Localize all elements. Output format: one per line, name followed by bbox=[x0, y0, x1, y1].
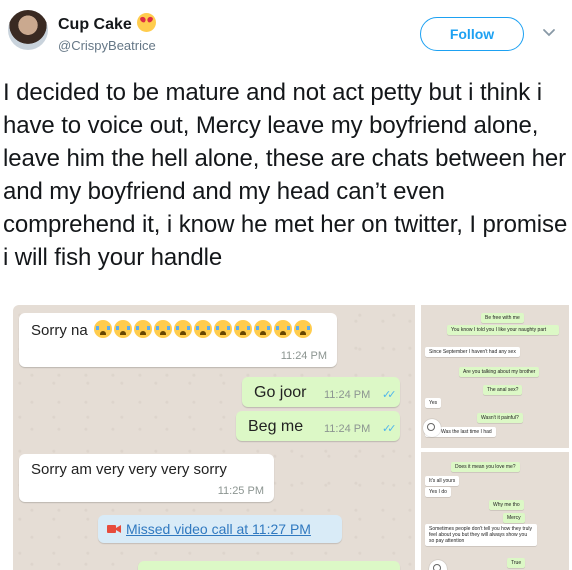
message-text: Sorry na bbox=[31, 322, 88, 339]
message-text: Beg me bbox=[248, 418, 304, 435]
crying-face-icon bbox=[213, 320, 232, 338]
crying-face-icon bbox=[113, 320, 132, 338]
crying-face-icon bbox=[193, 320, 212, 338]
mini-message: Since September I haven't had any sex bbox=[425, 347, 520, 357]
read-receipt-icon: ✓✓ bbox=[382, 423, 397, 435]
mini-message: Wasn't it painful? bbox=[477, 413, 523, 423]
message-text: Sorry am very very very sorry bbox=[31, 461, 227, 478]
mini-message: True bbox=[507, 558, 526, 568]
crying-face-icon bbox=[273, 320, 292, 338]
chat-message-outgoing: Beg me 11:24 PM ✓✓ bbox=[236, 411, 400, 441]
tweet-text: I decided to be mature and not act petty… bbox=[3, 79, 568, 271]
mini-message: Sometimes people don't tell you how they… bbox=[425, 524, 537, 546]
chevron-down-icon[interactable] bbox=[541, 24, 557, 40]
chat-screenshot-main[interactable]: Sorry na 11:24 PM Go joor 11:24 PM ✓✓ Be… bbox=[13, 305, 415, 570]
chat-thumbnail-1[interactable]: Be free with me You know I told you I li… bbox=[421, 305, 569, 448]
crying-face-icon bbox=[93, 320, 112, 338]
chat-thumbnail-2[interactable]: Does it mean you love me? It's all yours… bbox=[421, 452, 569, 570]
crying-face-icon bbox=[233, 320, 252, 338]
chat-message-outgoing: Go joor 11:24 PM ✓✓ bbox=[242, 377, 400, 407]
crying-face-icon bbox=[133, 320, 152, 338]
author-handle[interactable]: @CrispyBeatrice bbox=[58, 38, 156, 53]
video-camera-icon bbox=[107, 525, 121, 533]
chat-message-outgoing-partial bbox=[138, 561, 400, 570]
crying-face-icon bbox=[173, 320, 192, 338]
avatar[interactable] bbox=[8, 10, 48, 50]
author-name-text[interactable]: Cup Cake bbox=[58, 16, 132, 33]
missed-call-text[interactable]: Missed video call at 11:27 PM bbox=[126, 521, 311, 537]
tweet-header: Cup Cake @CrispyBeatrice Follow bbox=[0, 0, 572, 64]
message-time: 11:24 PM bbox=[324, 389, 371, 401]
message-time: 11:24 PM bbox=[280, 350, 327, 362]
mini-message: The anal sex? bbox=[483, 385, 523, 395]
mini-message: Mercy bbox=[503, 513, 525, 523]
mini-message: It's all yours bbox=[425, 476, 460, 486]
crying-face-icon bbox=[253, 320, 272, 338]
mini-message: Be free with me bbox=[481, 313, 524, 323]
follow-button[interactable]: Follow bbox=[420, 17, 524, 51]
message-time: 11:24 PM bbox=[324, 423, 371, 435]
mini-message: Does it mean you love me? bbox=[451, 462, 520, 472]
missed-video-call-notice[interactable]: Missed video call at 11:27 PM bbox=[98, 515, 342, 543]
scroll-down-icon[interactable] bbox=[429, 560, 447, 570]
mini-message: Are you talking about my brother bbox=[459, 367, 540, 377]
scroll-down-icon[interactable] bbox=[423, 419, 441, 437]
mini-message: Why me tho bbox=[489, 500, 524, 510]
author-name[interactable]: Cup Cake bbox=[58, 13, 156, 34]
message-text: Go joor bbox=[254, 384, 307, 401]
crying-face-icon bbox=[293, 320, 312, 338]
mini-message: Yes bbox=[425, 398, 442, 408]
chat-message-incoming: Sorry am very very very sorry 11:25 PM bbox=[19, 454, 274, 502]
chat-screenshots-side: Be free with me You know I told you I li… bbox=[421, 305, 569, 570]
chat-message-incoming: Sorry na 11:24 PM bbox=[19, 313, 337, 367]
mini-message: You know I told you I like your naughty … bbox=[447, 325, 559, 335]
mini-message: Yes I do bbox=[425, 487, 451, 497]
message-time: 11:25 PM bbox=[217, 485, 264, 497]
read-receipt-icon: ✓✓ bbox=[382, 389, 397, 401]
heart-eyes-emoji-icon bbox=[136, 13, 156, 32]
crying-face-icon bbox=[153, 320, 172, 338]
